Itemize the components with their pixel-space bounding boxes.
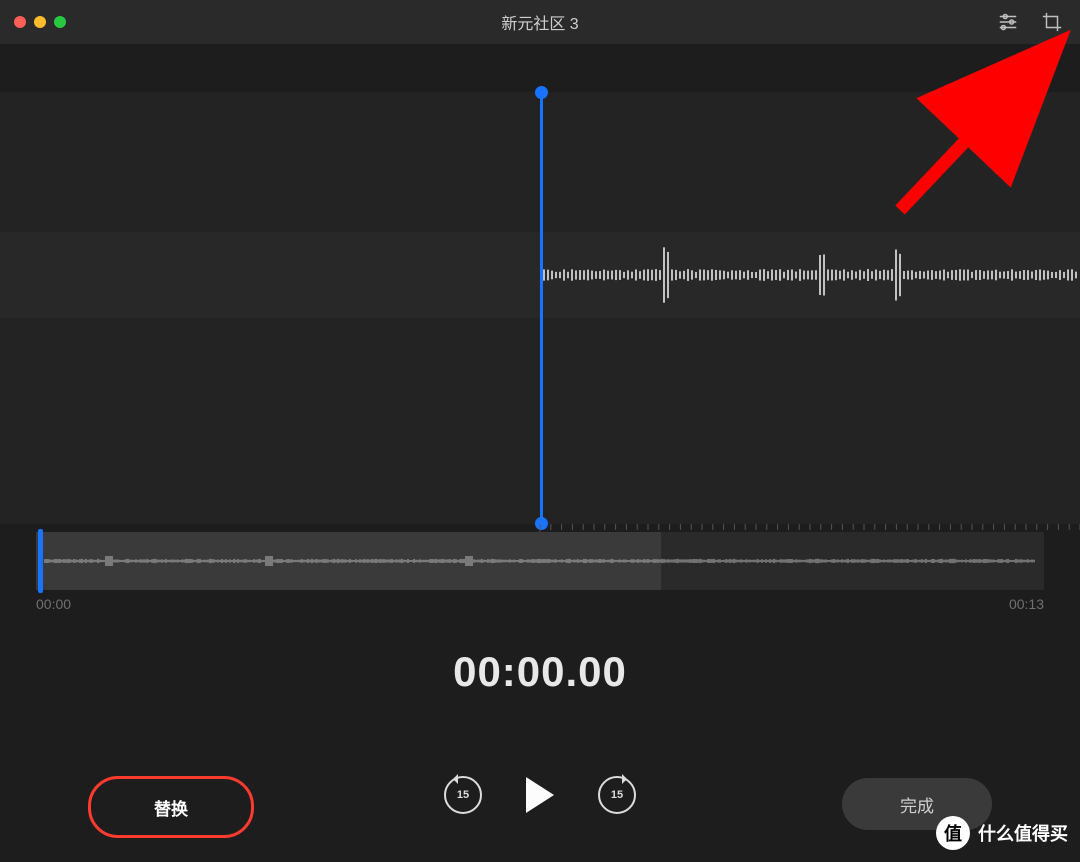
skip-forward-15-button[interactable]: 15 (598, 776, 636, 814)
overview-start-time: 00:00 (36, 596, 71, 612)
watermark-badge: 值 (936, 816, 970, 850)
watermark: 值 什么值得买 (936, 816, 1068, 850)
window-title: 新元社区 3 (0, 10, 1080, 34)
transport-controls: 15 15 (444, 776, 636, 814)
skip-amount-label: 15 (600, 778, 634, 812)
waveform-area[interactable]: 00:0000:0100:0200:0300:04 (0, 92, 1080, 524)
watermark-text: 什么值得买 (978, 820, 1068, 846)
settings-icon[interactable] (996, 10, 1020, 34)
minimize-window-button[interactable] (34, 16, 46, 28)
waveform-main (540, 242, 1080, 308)
close-window-button[interactable] (14, 16, 26, 28)
overview-track[interactable] (36, 532, 1044, 590)
overview-scrubber[interactable]: 00:00 00:13 (36, 532, 1044, 612)
overview-time-labels: 00:00 00:13 (36, 596, 1044, 612)
skip-amount-label: 15 (446, 778, 480, 812)
skip-back-15-button[interactable]: 15 (444, 776, 482, 814)
current-time-display: 00:00.00 (0, 648, 1080, 696)
title-toolbar (996, 0, 1064, 44)
overview-end-time: 00:13 (1009, 596, 1044, 612)
playhead-handle-top[interactable] (535, 86, 548, 99)
bottom-controls: 替换 15 15 完成 (0, 770, 1080, 842)
overview-playhead[interactable] (38, 529, 43, 593)
overview-waveform (44, 554, 1036, 568)
replace-button[interactable]: 替换 (88, 776, 254, 838)
window-controls (14, 16, 66, 28)
zoom-window-button[interactable] (54, 16, 66, 28)
done-button-label: 完成 (900, 792, 934, 817)
playhead[interactable] (540, 92, 543, 524)
replace-button-label: 替换 (154, 795, 188, 820)
crop-icon[interactable] (1040, 10, 1064, 34)
play-button[interactable] (526, 777, 554, 813)
title-bar: 新元社区 3 (0, 0, 1080, 44)
